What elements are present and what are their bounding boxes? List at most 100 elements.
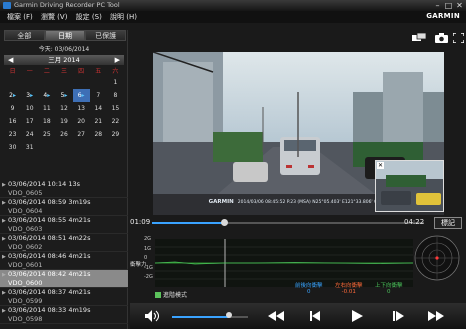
- calendar-day[interactable]: 10: [21, 102, 38, 115]
- volume-level: [172, 316, 229, 318]
- calendar-day[interactable]: 14: [90, 102, 107, 115]
- calendar-day[interactable]: 11: [38, 102, 55, 115]
- volume-track[interactable]: [172, 316, 248, 318]
- calendar-day[interactable]: 9: [4, 102, 21, 115]
- pip-close-icon[interactable]: ✕: [377, 162, 384, 169]
- calendar-day[interactable]: 23: [4, 128, 21, 141]
- play-icon[interactable]: [352, 310, 363, 322]
- calendar-day[interactable]: 1: [107, 76, 124, 89]
- step-back-icon[interactable]: [310, 311, 323, 321]
- calendar-day[interactable]: 19: [55, 115, 72, 128]
- calendar-day[interactable]: 6▸: [72, 89, 90, 102]
- calendar-day[interactable]: 8: [107, 89, 124, 102]
- calendar-day-number: 18: [43, 118, 51, 125]
- calendar-day-number: 26: [60, 131, 68, 138]
- calendar-day[interactable]: 13: [73, 102, 90, 115]
- camera-icon[interactable]: [435, 33, 448, 43]
- calendar-day[interactable]: 31: [21, 141, 38, 154]
- expand-icon[interactable]: ▶: [2, 181, 6, 190]
- calendar-day[interactable]: 12: [55, 102, 72, 115]
- menu-file[interactable]: 檔案 (F): [7, 13, 33, 21]
- expand-icon[interactable]: ▶: [2, 217, 6, 226]
- gsensor-axis-label: 2G: [144, 236, 152, 242]
- calendar-day[interactable]: 22: [107, 115, 124, 128]
- calendar-day[interactable]: 20: [73, 115, 90, 128]
- advanced-mode-label: 進階模式: [163, 292, 188, 299]
- checkbox-icon: [155, 292, 161, 298]
- file-list-item[interactable]: ▶ 03/06/2014 08:46 4m21s VDO_0601: [0, 252, 128, 270]
- file-name: VDO_0599: [8, 296, 43, 305]
- calendar-day[interactable]: 28: [90, 128, 107, 141]
- file-datetime: 03/06/2014 08:51 4m22s: [8, 234, 91, 242]
- file-list-item[interactable]: ▶ 03/06/2014 10:14 13s VDO_0605: [0, 180, 128, 198]
- calendar-day-number: 22: [111, 118, 120, 125]
- calendar-day[interactable]: 27: [73, 128, 90, 141]
- calendar-day-number: 14: [94, 105, 103, 112]
- file-list-item[interactable]: ▶ 03/06/2014 08:42 4m21s VDO_0600: [0, 270, 128, 288]
- file-name: VDO_0604: [8, 206, 43, 215]
- calendar-day[interactable]: 26: [55, 128, 72, 141]
- step-forward-icon[interactable]: [393, 311, 406, 321]
- file-list-item[interactable]: ▶ 03/06/2014 08:59 3m19s VDO_0604: [0, 198, 128, 216]
- calendar-day[interactable]: 16: [4, 115, 21, 128]
- seek-handle[interactable]: [220, 219, 228, 226]
- tab-date[interactable]: 日期: [44, 30, 86, 41]
- rewind-icon[interactable]: [268, 311, 284, 321]
- expand-icon[interactable]: ▶: [2, 289, 6, 298]
- volume-handle[interactable]: [226, 312, 232, 318]
- expand-icon[interactable]: ▶: [2, 253, 6, 262]
- calendar-day-number: 30: [8, 144, 17, 151]
- mark-button[interactable]: 標記: [434, 217, 462, 229]
- calendar-day[interactable]: 5▸: [55, 89, 72, 102]
- recording-marker-icon: ▸: [12, 92, 16, 99]
- expand-icon[interactable]: ▶: [2, 235, 6, 244]
- tab-protected[interactable]: 已保護: [85, 30, 127, 41]
- advanced-mode-checkbox[interactable]: 進階模式: [155, 290, 187, 299]
- maximize-button[interactable]: □: [444, 1, 453, 10]
- file-list-item[interactable]: ▶ 03/06/2014 08:55 4m21s VDO_0603: [0, 216, 128, 234]
- gsensor-axis-label: 0: [144, 255, 148, 261]
- file-name: VDO_0601: [8, 260, 43, 269]
- next-month-icon[interactable]: ▶: [115, 55, 120, 65]
- left-panel: 全部 日期 已保護 今天: 03/06/2014 ◀ 三月 2014 ▶ 日 一 二…: [0, 30, 128, 329]
- fullscreen-icon[interactable]: [453, 33, 464, 43]
- expand-icon[interactable]: ▶: [2, 307, 6, 316]
- calendar-day[interactable]: 24: [21, 128, 38, 141]
- file-list-item[interactable]: ▶ 03/06/2014 08:37 4m21s VDO_0599: [0, 288, 128, 306]
- weekday-label: 五: [95, 68, 102, 75]
- expand-icon[interactable]: ▶: [2, 199, 6, 208]
- fast-forward-icon[interactable]: [428, 311, 444, 321]
- calendar-day: [55, 141, 72, 154]
- weekday-label: 一: [26, 68, 33, 75]
- menu-help[interactable]: 說明 (H): [110, 13, 137, 21]
- file-datetime: 03/06/2014 08:59 3m19s: [8, 198, 91, 206]
- menu-settings[interactable]: 設定 (S): [76, 13, 102, 21]
- expand-icon[interactable]: ▶: [2, 271, 6, 280]
- calendar-day-number: 17: [25, 118, 34, 125]
- minimize-button[interactable]: –: [433, 1, 442, 10]
- prev-month-icon[interactable]: ◀: [8, 55, 13, 65]
- close-button[interactable]: ✕: [455, 1, 464, 10]
- layout-icon[interactable]: [412, 33, 426, 43]
- calendar-day[interactable]: 17: [21, 115, 38, 128]
- picture-in-picture[interactable]: ✕: [375, 160, 444, 212]
- calendar-day[interactable]: 2▸: [4, 89, 21, 102]
- volume-icon[interactable]: [145, 310, 159, 322]
- calendar-day[interactable]: 7: [90, 89, 107, 102]
- recording-marker-icon: ▸: [30, 92, 34, 99]
- menu-view[interactable]: 瀏覽 (V): [41, 13, 67, 21]
- tab-all[interactable]: 全部: [4, 30, 45, 41]
- calendar-day[interactable]: 3▸: [21, 89, 38, 102]
- calendar-day[interactable]: 30: [4, 141, 21, 154]
- file-list-item[interactable]: ▶ 03/06/2014 08:33 4m19s VDO_0598: [0, 306, 128, 324]
- calendar-day[interactable]: 21: [90, 115, 107, 128]
- calendar-day[interactable]: 15: [107, 102, 124, 115]
- calendar-day[interactable]: 25: [38, 128, 55, 141]
- file-list-item[interactable]: ▶ 03/06/2014 08:51 4m22s VDO_0602: [0, 234, 128, 252]
- calendar-day[interactable]: 29: [107, 128, 124, 141]
- calendar-day[interactable]: 18: [38, 115, 55, 128]
- seek-track[interactable]: [152, 222, 424, 224]
- overlay-brand: GARMIN: [208, 199, 234, 205]
- calendar-day[interactable]: 4▸: [38, 89, 55, 102]
- calendar-day: [55, 76, 72, 89]
